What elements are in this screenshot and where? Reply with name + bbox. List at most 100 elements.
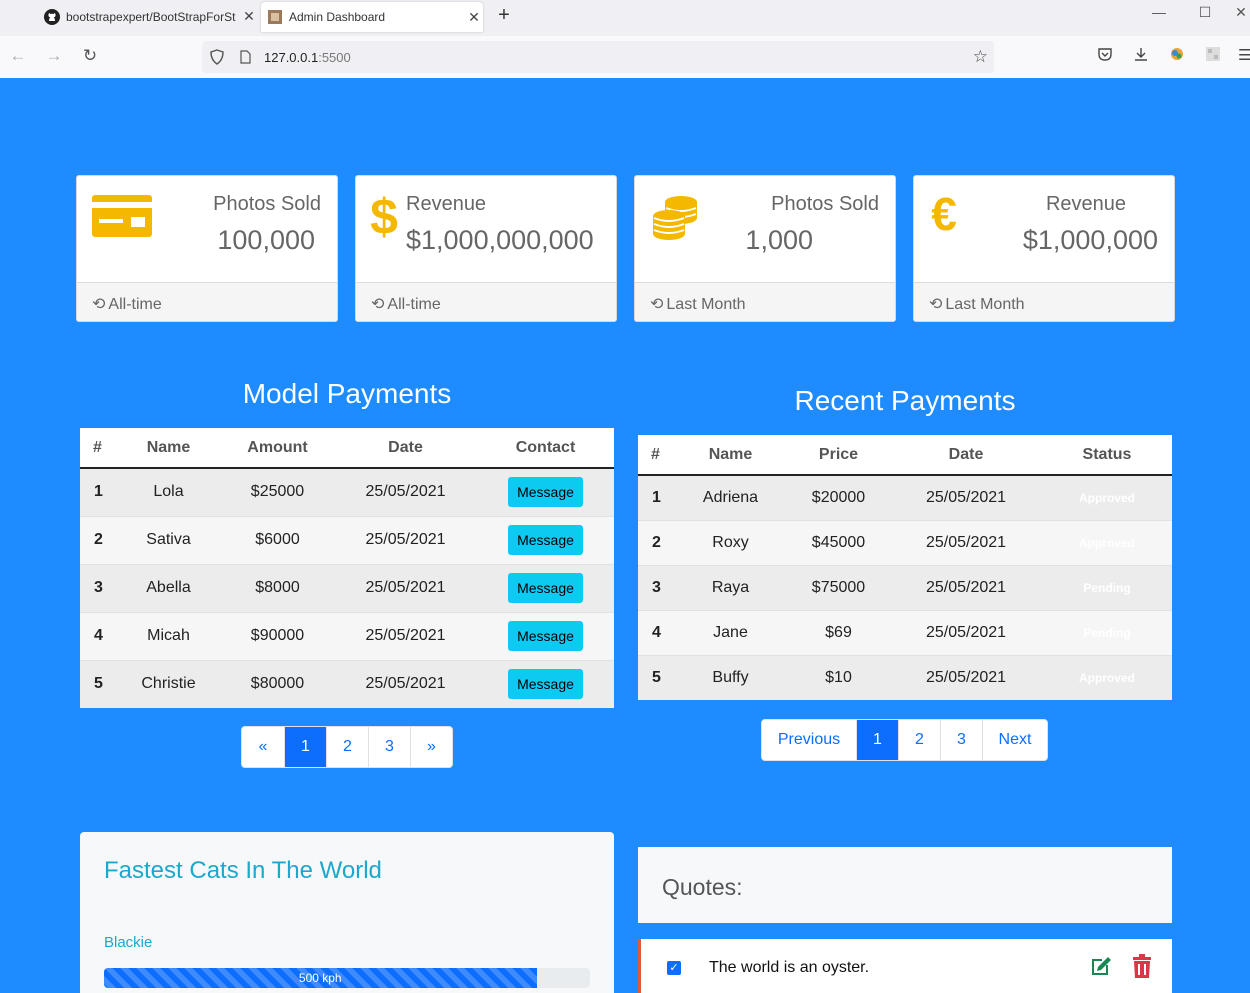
message-button[interactable]: Message <box>508 621 583 651</box>
payment-date: 25/05/2021 <box>334 611 477 660</box>
page-1-button[interactable]: 1 <box>285 727 327 767</box>
svg-text:€: € <box>931 190 957 240</box>
cat-name: Blackie <box>104 934 153 951</box>
stat-value: $1,000,000,000 <box>406 225 594 255</box>
table-row: 4 Micah $90000 25/05/2021 Message <box>80 611 614 660</box>
status-badge: Pending <box>1083 625 1131 640</box>
url-port: :5500 <box>318 49 351 65</box>
quotes-header: Quotes: <box>638 847 1172 923</box>
menu-icon[interactable]: ☰ <box>1238 46 1250 64</box>
stat-value: $1,000,000 <box>1022 225 1158 255</box>
page-1-button[interactable]: 1 <box>857 720 899 760</box>
page-favicon <box>267 9 283 25</box>
euro-icon: € <box>928 188 964 245</box>
quote-checkbox[interactable]: ✓ <box>667 961 681 975</box>
new-tab-icon[interactable]: + <box>494 4 514 27</box>
stat-card-photos-sold-month: Photos Sold 1,000 ⟲ Last Month <box>634 175 896 322</box>
payment-amount: $6000 <box>221 515 334 564</box>
message-button[interactable]: Message <box>508 573 583 603</box>
recent-payments-pagination: Previous 1 2 3 Next <box>761 719 1048 761</box>
stat-footer: ⟲ All-time <box>356 282 616 321</box>
close-tab-icon[interactable]: ✕ <box>240 8 258 25</box>
shield-icon <box>210 49 228 65</box>
page-prev-button[interactable]: « <box>242 727 285 767</box>
cat-speed-progress: 500 kph <box>104 968 590 988</box>
column-header: Contact <box>477 428 614 469</box>
stat-period: All-time <box>387 296 441 313</box>
page-2-button[interactable]: 2 <box>327 727 369 767</box>
url-host: 127.0.0.1 <box>264 49 319 65</box>
extension-grid-icon[interactable] <box>1202 46 1224 66</box>
reload-icon[interactable]: ↻ <box>78 46 102 66</box>
browser-tab-admin-dashboard[interactable]: Admin Dashboard ✕ <box>261 2 483 32</box>
page-2-button[interactable]: 2 <box>899 720 941 760</box>
browser-tab-github[interactable]: bootstrapexpert/BootStrapForSt ✕ <box>38 0 258 33</box>
minimize-icon[interactable]: — <box>1144 4 1174 20</box>
message-button[interactable]: Message <box>508 477 583 508</box>
payment-amount: $80000 <box>221 659 334 708</box>
payment-amount: $25000 <box>221 467 334 516</box>
row-number: 2 <box>638 519 674 565</box>
page-next-button[interactable]: Next <box>983 720 1047 760</box>
pocket-icon[interactable] <box>1094 46 1116 66</box>
payer-name: Roxy <box>674 519 787 565</box>
column-header: Date <box>890 435 1042 476</box>
stat-footer: ⟲ Last Month <box>914 282 1174 321</box>
row-number: 5 <box>80 659 116 708</box>
browser-chrome: bootstrapexpert/BootStrapForSt ✕ Admin D… <box>0 0 1250 78</box>
payment-date: 25/05/2021 <box>890 519 1042 565</box>
column-header: Name <box>116 428 221 469</box>
payment-date: 25/05/2021 <box>890 474 1042 520</box>
row-number: 3 <box>80 563 116 612</box>
close-tab-icon[interactable]: ✕ <box>465 9 483 26</box>
model-name: Christie <box>116 659 221 708</box>
page-3-button[interactable]: 3 <box>941 720 983 760</box>
maximize-icon[interactable]: ☐ <box>1190 4 1220 21</box>
payment-date: 25/05/2021 <box>334 563 477 612</box>
extension-icon[interactable] <box>1166 46 1188 66</box>
github-icon <box>44 8 60 25</box>
row-number: 2 <box>80 515 116 564</box>
payer-name: Adriena <box>674 474 787 520</box>
page-3-button[interactable]: 3 <box>369 727 411 767</box>
table-row: 1 Lola $25000 25/05/2021 Message <box>80 467 614 516</box>
row-number: 4 <box>80 611 116 660</box>
message-button[interactable]: Message <box>508 669 583 700</box>
row-number: 4 <box>638 609 674 655</box>
table-row: 5 Buffy $10 25/05/2021 Approved <box>638 654 1172 700</box>
refresh-icon: ⟲ <box>371 296 385 313</box>
tab-title: bootstrapexpert/BootStrapForSt <box>66 9 236 24</box>
tab-bar: bootstrapexpert/BootStrapForSt ✕ Admin D… <box>0 0 1250 33</box>
downloads-icon[interactable] <box>1130 46 1152 66</box>
delete-icon[interactable] <box>1131 954 1153 983</box>
quote-text: The world is an oyster. <box>709 959 870 976</box>
forward-icon[interactable]: → <box>42 46 66 66</box>
stat-label: Photos Sold <box>771 193 879 215</box>
table-row: 1 Adriena $20000 25/05/2021 Approved <box>638 474 1172 520</box>
edit-icon[interactable] <box>1089 954 1113 983</box>
column-header: Name <box>674 435 787 476</box>
page-next-button[interactable]: » <box>411 727 452 767</box>
table-header-row: # Name Price Date Status <box>638 435 1172 476</box>
progress-bar-fill: 500 kph <box>104 968 537 988</box>
back-icon[interactable]: ← <box>6 46 30 66</box>
column-header: Date <box>334 428 477 469</box>
nav-bar: ← → ↻ 127.0.0.1:5500 ☆ ☰ <box>0 36 1250 78</box>
close-window-icon[interactable]: ✕ <box>1232 4 1250 21</box>
page-previous-button[interactable]: Previous <box>762 720 857 760</box>
payer-name: Jane <box>674 609 787 655</box>
credit-card-icon <box>91 192 153 243</box>
stat-card-revenue-alltime: $ Revenue $1,000,000,000 ⟲ All-time <box>355 175 617 322</box>
payment-price: $10 <box>787 654 890 700</box>
message-button[interactable]: Message <box>508 525 583 555</box>
stat-value: 100,000 <box>217 225 315 255</box>
row-number: 3 <box>638 564 674 610</box>
quote-item: ✓ The world is an oyster. <box>638 939 1172 993</box>
recent-payments-title: Recent Payments <box>794 385 1016 416</box>
bookmark-star-icon[interactable]: ☆ <box>973 47 988 67</box>
stat-label: Photos Sold <box>213 193 321 215</box>
status-badge: Approved <box>1078 535 1135 550</box>
fastest-cats-title: Fastest Cats In The World <box>104 857 382 884</box>
url-bar[interactable]: 127.0.0.1:5500 ☆ <box>202 41 994 73</box>
table-row: 4 Jane $69 25/05/2021 Pending <box>638 609 1172 655</box>
